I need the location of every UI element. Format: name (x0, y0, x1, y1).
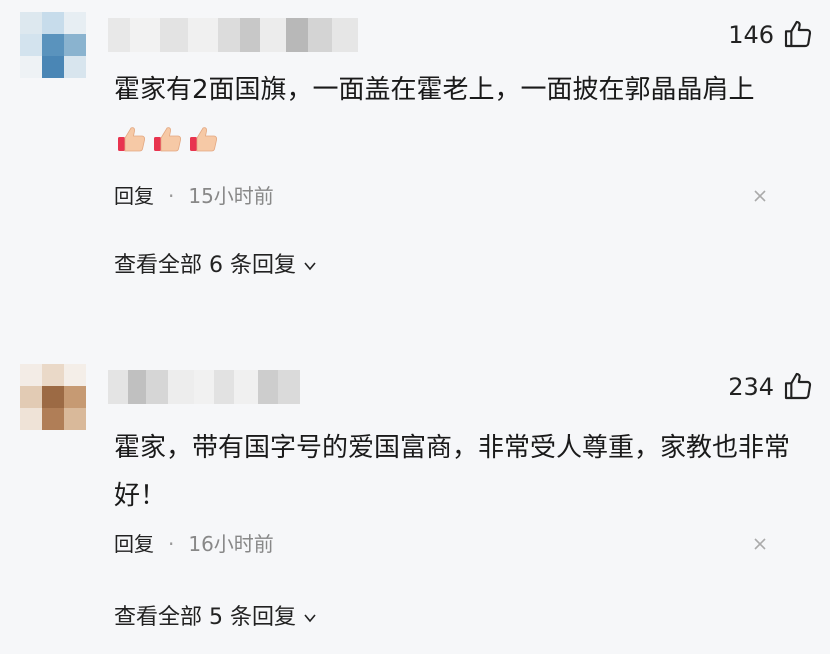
username-blurred[interactable] (108, 370, 368, 404)
separator-dot: · (168, 532, 175, 556)
username-blurred[interactable] (108, 18, 368, 52)
comment-body: 霍家有2面国旗，一面盖在霍老上，一面披在郭晶晶肩上 (114, 75, 755, 105)
comment-text: 霍家有2面国旗，一面盖在霍老上，一面披在郭晶晶肩上 (114, 66, 794, 162)
comment-meta: 回复 · 16小时前 (114, 528, 274, 560)
thumbs-up-icon (190, 126, 218, 151)
timestamp: 15小时前 (188, 184, 274, 208)
close-icon[interactable] (748, 532, 772, 556)
avatar[interactable] (20, 12, 88, 80)
reply-button[interactable]: 回复 (114, 184, 154, 208)
view-all-replies-label: 查看全部 5 条回复 (114, 605, 296, 630)
like-thumb-icon[interactable] (782, 370, 814, 402)
view-all-replies-link[interactable]: 查看全部 6 条回复 (114, 248, 318, 284)
comment-body: 霍家，带有国字号的爱国富商，非常受人尊重，家教也非常好！ (114, 433, 791, 511)
thumbs-up-icon (154, 126, 182, 151)
reply-button[interactable]: 回复 (114, 532, 154, 556)
chevron-down-icon (304, 262, 316, 271)
comment-meta: 回复 · 15小时前 (114, 180, 274, 212)
like-count: 234 (728, 373, 774, 401)
timestamp: 16小时前 (188, 532, 274, 556)
view-all-replies-link[interactable]: 查看全部 5 条回复 (114, 600, 318, 636)
like-count: 146 (728, 21, 774, 49)
close-icon[interactable] (748, 184, 772, 208)
emoji-group (116, 123, 220, 155)
like-thumb-icon[interactable] (782, 18, 814, 50)
chevron-down-icon (304, 614, 316, 623)
avatar[interactable] (20, 364, 88, 432)
separator-dot: · (168, 184, 175, 208)
comment-text: 霍家，带有国字号的爱国富商，非常受人尊重，家教也非常好！ (114, 424, 794, 520)
thumbs-up-icon (118, 126, 146, 151)
view-all-replies-label: 查看全部 6 条回复 (114, 253, 296, 278)
